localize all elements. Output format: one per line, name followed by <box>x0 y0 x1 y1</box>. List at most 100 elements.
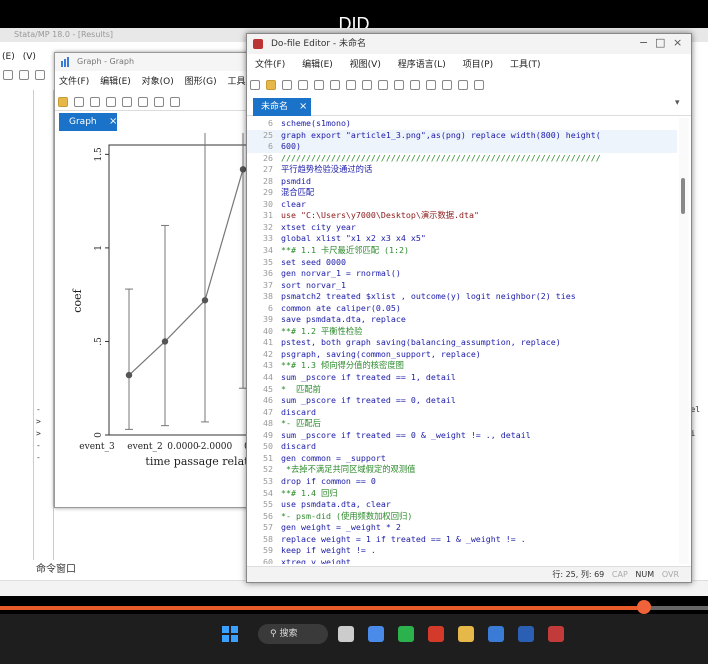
tab-untitled[interactable]: 未命名 × <box>253 98 311 116</box>
open-icon[interactable] <box>58 97 68 107</box>
run-icon[interactable] <box>474 80 484 90</box>
code-line[interactable]: 52 *去掉不满足共同区域假定的观测值 <box>247 464 677 476</box>
find-icon[interactable] <box>314 80 324 90</box>
code-line[interactable]: 30 clear <box>247 199 677 211</box>
save-icon[interactable] <box>282 80 292 90</box>
save-icon[interactable] <box>74 97 84 107</box>
code-line[interactable]: 45 * 匹配前 <box>247 384 677 396</box>
code-line[interactable]: 44 sum _pscore if treated == 1, detail <box>247 372 677 384</box>
code-line[interactable]: 49 sum _pscore if treated == 0 & _weight … <box>247 430 677 442</box>
code-line[interactable]: 57 gen weight = _weight * 2 <box>247 522 677 534</box>
editor-menu-project[interactable]: 项目(P) <box>463 60 493 70</box>
open-icon[interactable] <box>266 80 276 90</box>
code-line[interactable]: 6 scheme(s1mono) <box>247 118 677 130</box>
chevron-down-icon[interactable]: ▾ <box>675 98 680 108</box>
prev-bookmark-icon[interactable] <box>442 80 452 90</box>
code-line[interactable]: 47 discard <box>247 407 677 419</box>
taskbar-app-folder-icon[interactable] <box>458 626 474 642</box>
code-line[interactable]: 26 //////////////////////////////////////… <box>247 153 677 165</box>
code-line[interactable]: 36 gen norvar_1 = rnormal() <box>247 268 677 280</box>
graph-editor-icon[interactable] <box>138 97 148 107</box>
print-icon[interactable] <box>90 97 100 107</box>
taskbar-wechat-icon[interactable] <box>398 626 414 642</box>
code-line[interactable]: 60 xtreg y weight <box>247 557 677 564</box>
editor-menu-language[interactable]: 程序语言(L) <box>398 60 446 70</box>
close-icon[interactable]: × <box>673 36 682 49</box>
code-line[interactable]: 58 replace weight = 1 if treated == 1 & _… <box>247 534 677 546</box>
copy-icon[interactable] <box>106 97 116 107</box>
code-line[interactable]: 50 discard <box>247 441 677 453</box>
rename-icon[interactable] <box>122 97 132 107</box>
tab-graph[interactable]: Graph × <box>59 113 117 131</box>
taskbar-stata-icon[interactable] <box>548 626 564 642</box>
graph-menu-edit[interactable]: 编辑(E) <box>100 77 131 87</box>
print-icon[interactable] <box>35 70 45 80</box>
code-line[interactable]: 29 混合匹配 <box>247 187 677 199</box>
save-icon[interactable] <box>19 70 29 80</box>
code-line[interactable]: 27 平行趋势检验没通过的话 <box>247 164 677 176</box>
execute-icon[interactable] <box>458 80 468 90</box>
code-line[interactable]: 25 graph export "article1_3.png",as(png) … <box>247 129 677 142</box>
code-line[interactable]: 33 global xlist "x1 x2 x3 x4 x5" <box>247 233 677 245</box>
graph-menu-object[interactable]: 对象(O) <box>142 77 174 87</box>
code-line[interactable]: 56 *- psm-did (使用频数加权回归) <box>247 511 677 523</box>
code-line[interactable]: 43 **# 1.3 倾向得分值的核密度图 <box>247 360 677 372</box>
stata-menu-view[interactable]: (V) <box>23 52 36 62</box>
redo-icon[interactable] <box>170 97 180 107</box>
open-icon[interactable] <box>3 70 13 80</box>
next-bookmark-icon[interactable] <box>426 80 436 90</box>
taskbar-search[interactable]: ⚲ 搜索 <box>258 624 328 644</box>
code-line[interactable]: 41 pstest, both graph saving(balancing_as… <box>247 337 677 349</box>
code-line[interactable]: 31 use "C:\Users\y7000\Desktop\演示数据.dta" <box>247 210 677 222</box>
editor-menu-file[interactable]: 文件(F) <box>255 60 285 70</box>
code-line[interactable]: 6 600) <box>247 141 677 153</box>
editor-menu-tools[interactable]: 工具(T) <box>510 60 541 70</box>
taskbar-browser-icon[interactable] <box>368 626 384 642</box>
video-progress-knob[interactable] <box>637 600 652 614</box>
code-line[interactable]: 54 **# 1.4 回归 <box>247 488 677 500</box>
stata-menu-edit[interactable]: (E) <box>2 52 15 62</box>
graph-menu-tools[interactable]: 工具 <box>228 77 246 87</box>
editor-menu-view[interactable]: 视图(V) <box>350 60 381 70</box>
new-file-icon[interactable] <box>250 80 260 90</box>
code-line[interactable]: 28 psmdid <box>247 176 677 188</box>
print-icon[interactable] <box>298 80 308 90</box>
close-icon[interactable]: × <box>299 98 307 116</box>
code-line[interactable]: 55 use psmdata.dta, clear <box>247 499 677 511</box>
undo-icon[interactable] <box>154 97 164 107</box>
graph-window-title[interactable]: Graph - Graph <box>55 53 265 71</box>
minimize-icon[interactable]: − <box>639 36 648 49</box>
bookmark-icon[interactable] <box>410 80 420 90</box>
code-line[interactable]: 37 sort norvar_1 <box>247 280 677 292</box>
taskbar-app-chart-icon[interactable] <box>488 626 504 642</box>
editor-scrollbar[interactable] <box>679 118 689 564</box>
code-line[interactable]: 34 **# 1.1 卡尺最近邻匹配 (1:2) <box>247 245 677 257</box>
editor-menu-edit[interactable]: 编辑(E) <box>302 60 333 70</box>
paste-icon[interactable] <box>362 80 372 90</box>
code-line[interactable]: 53 drop if common == 0 <box>247 476 677 488</box>
code-line[interactable]: 6 common ate caliper(0.05) <box>247 303 677 315</box>
maximize-icon[interactable]: □ <box>655 36 665 49</box>
redo-icon[interactable] <box>394 80 404 90</box>
code-line[interactable]: 42 psgraph, saving(common_support, replac… <box>247 349 677 361</box>
code-line[interactable]: 40 **# 1.2 平衡性检验 <box>247 326 677 338</box>
graph-menu-file[interactable]: 文件(F) <box>59 77 89 87</box>
taskbar-app-red-icon[interactable] <box>428 626 444 642</box>
undo-icon[interactable] <box>378 80 388 90</box>
scrollbar-thumb[interactable] <box>681 178 685 214</box>
code-editor[interactable]: 6 scheme(s1mono) 25 graph export "article1_… <box>247 118 677 564</box>
code-line[interactable]: 46 sum _pscore if treated == 0, detail <box>247 395 677 407</box>
code-line[interactable]: 32 xtset city year <box>247 222 677 234</box>
graph-menu-graph[interactable]: 图形(G) <box>185 77 217 87</box>
taskbar-task-view-icon[interactable] <box>338 626 354 642</box>
close-icon[interactable]: × <box>109 113 117 131</box>
code-line[interactable]: 48 *- 匹配后 <box>247 418 677 430</box>
code-line[interactable]: 39 save psmdata.dta, replace <box>247 314 677 326</box>
code-line[interactable]: 38 psmatch2 treated $xlist , outcome(y) l… <box>247 291 677 303</box>
editor-titlebar[interactable]: Do-file Editor - 未命名 <box>247 34 691 54</box>
cut-icon[interactable] <box>330 80 340 90</box>
code-line[interactable]: 51 gen common = _support <box>247 453 677 465</box>
code-line[interactable]: 35 set seed 0000 <box>247 257 677 269</box>
code-line[interactable]: 59 keep if weight != . <box>247 545 677 557</box>
windows-start-icon[interactable] <box>222 626 238 642</box>
